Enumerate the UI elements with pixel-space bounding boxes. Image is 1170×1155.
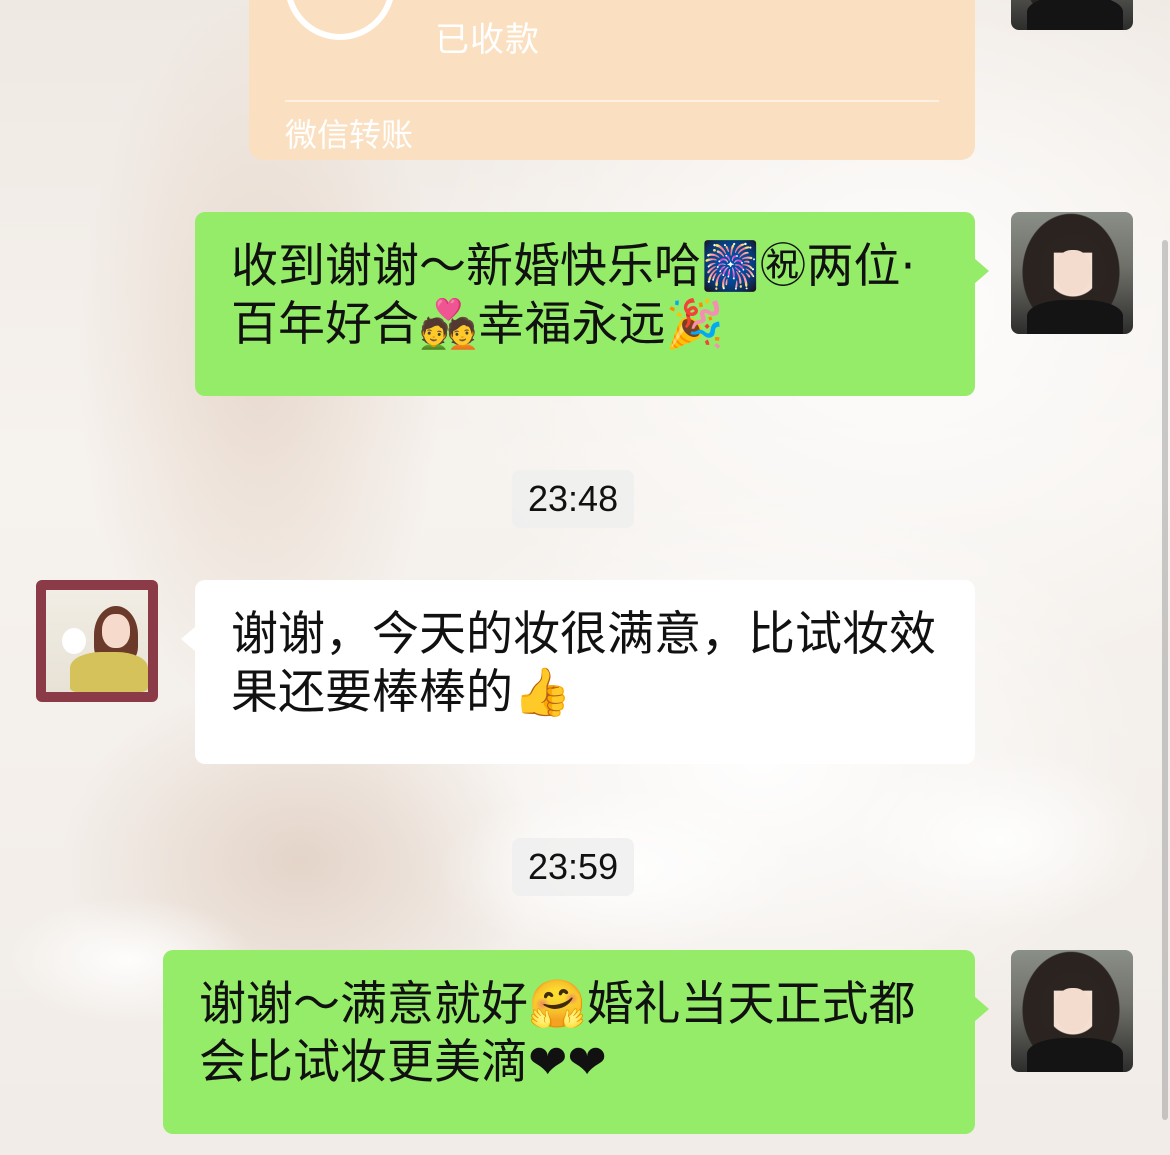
check-circle-icon [285,0,395,40]
cat-icon [62,628,86,654]
transfer-card[interactable]: 已收款 微信转账 [249,0,975,160]
avatar-shirt [1027,1038,1123,1072]
avatar-face [1055,250,1091,294]
avatar-face [102,614,130,648]
message-text: 谢谢～满意就好🤗婚礼当天正式都会比试妆更美滴❤❤ [199,977,916,1090]
avatar-face [1055,988,1091,1032]
message-text: 谢谢，今天的妆很满意，比试妆效果还要棒棒的👍 [231,607,936,720]
message-bubble-sent[interactable]: 谢谢～满意就好🤗婚礼当天正式都会比试妆更美滴❤❤ [163,950,989,1134]
transfer-divider [285,100,939,102]
avatar-shirt [1027,300,1123,334]
message-bubble-received[interactable]: 谢谢，今天的妆很满意，比试妆效果还要棒棒的👍 [181,580,975,764]
timestamp: 23:59 [512,838,635,896]
avatar-dress [70,652,148,692]
message-bubble-sent[interactable]: 收到谢谢～新婚快乐哈🎆㊗两位·百年好合💑幸福永远🎉 [195,212,989,396]
transfer-footer-label: 微信转账 [285,116,414,154]
my-avatar[interactable] [1011,212,1133,334]
avatar-shirt [1027,0,1123,30]
scrollbar[interactable] [1162,240,1168,1120]
message-text: 收到谢谢～新婚快乐哈🎆㊗两位·百年好合💑幸福永远🎉 [231,239,916,352]
timestamp: 23:48 [512,470,635,528]
my-avatar[interactable] [1011,0,1133,30]
my-avatar[interactable] [1011,950,1133,1072]
contact-avatar[interactable] [36,580,158,702]
transfer-status: 已收款 [435,20,540,60]
avatar-inner [46,590,148,692]
